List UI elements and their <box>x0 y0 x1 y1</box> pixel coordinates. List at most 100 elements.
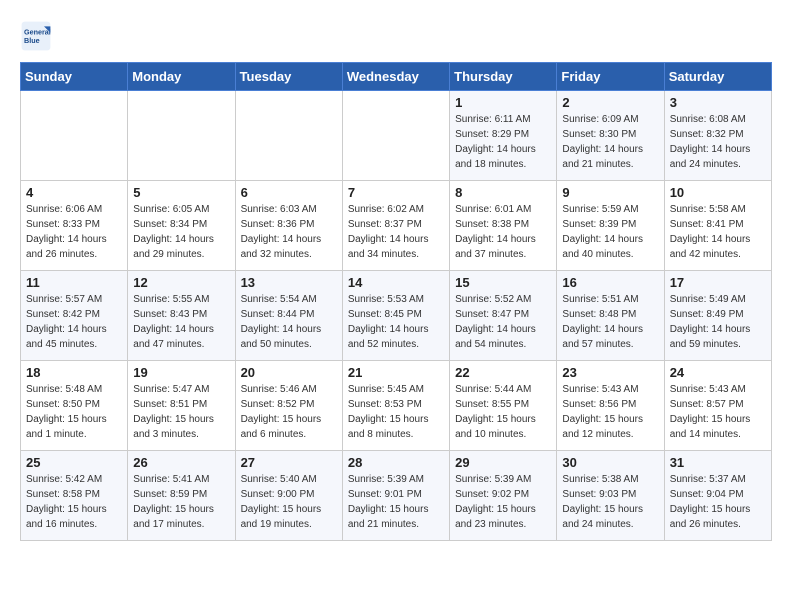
calendar-cell: 5 Sunrise: 6:05 AM Sunset: 8:34 PM Daylig… <box>128 181 235 271</box>
day-number: 25 <box>26 455 122 470</box>
day-info: Sunrise: 5:51 AM Sunset: 8:48 PM Dayligh… <box>562 292 658 352</box>
calendar-cell: 29Sunrise: 5:39 AM Sunset: 9:02 PM Dayli… <box>450 451 557 541</box>
calendar-cell: 4 Sunrise: 6:06 AM Sunset: 8:33 PM Daylig… <box>21 181 128 271</box>
day-number: 13 <box>241 275 337 290</box>
day-number: 12 <box>133 275 229 290</box>
day-number: 29 <box>455 455 551 470</box>
day-number: 20 <box>241 365 337 380</box>
day-number: 16 <box>562 275 658 290</box>
day-number: 19 <box>133 365 229 380</box>
weekday-header: Tuesday <box>235 63 342 91</box>
calendar-cell <box>235 91 342 181</box>
weekday-header: Sunday <box>21 63 128 91</box>
day-number: 23 <box>562 365 658 380</box>
calendar-week-row: 18 Sunrise: 5:48 AM Sunset: 8:50 PM Dayli… <box>21 361 772 451</box>
day-info: Sunrise: 5:54 AM Sunset: 8:44 PM Dayligh… <box>241 292 337 352</box>
weekday-header: Thursday <box>450 63 557 91</box>
weekday-header: Saturday <box>664 63 771 91</box>
day-info: Sunrise: 6:05 AM Sunset: 8:34 PM Dayligh… <box>133 202 229 262</box>
day-number: 8 <box>455 185 551 200</box>
day-number: 24 <box>670 365 766 380</box>
day-number: 10 <box>670 185 766 200</box>
day-number: 30 <box>562 455 658 470</box>
weekday-header: Wednesday <box>342 63 449 91</box>
day-info: Sunrise: 5:55 AM Sunset: 8:43 PM Dayligh… <box>133 292 229 352</box>
day-info: Sunrise: 5:44 AM Sunset: 8:55 PM Dayligh… <box>455 382 551 442</box>
day-number: 21 <box>348 365 444 380</box>
weekday-header: Friday <box>557 63 664 91</box>
calendar-cell: 1 Sunrise: 6:11 AM Sunset: 8:29 PM Daylig… <box>450 91 557 181</box>
calendar-cell: 20Sunrise: 5:46 AM Sunset: 8:52 PM Dayli… <box>235 361 342 451</box>
day-number: 11 <box>26 275 122 290</box>
day-info: Sunrise: 5:41 AM Sunset: 8:59 PM Dayligh… <box>133 472 229 532</box>
calendar-cell: 16 Sunrise: 5:51 AM Sunset: 8:48 PM Dayli… <box>557 271 664 361</box>
calendar-cell: 21Sunrise: 5:45 AM Sunset: 8:53 PM Dayli… <box>342 361 449 451</box>
day-info: Sunrise: 5:48 AM Sunset: 8:50 PM Dayligh… <box>26 382 122 442</box>
day-number: 18 <box>26 365 122 380</box>
logo: General Blue <box>20 20 52 52</box>
day-number: 7 <box>348 185 444 200</box>
calendar-week-row: 4 Sunrise: 6:06 AM Sunset: 8:33 PM Daylig… <box>21 181 772 271</box>
day-info: Sunrise: 5:53 AM Sunset: 8:45 PM Dayligh… <box>348 292 444 352</box>
calendar-cell: 12 Sunrise: 5:55 AM Sunset: 8:43 PM Dayli… <box>128 271 235 361</box>
calendar-cell: 11 Sunrise: 5:57 AM Sunset: 8:42 PM Dayli… <box>21 271 128 361</box>
day-number: 27 <box>241 455 337 470</box>
calendar-cell: 22Sunrise: 5:44 AM Sunset: 8:55 PM Dayli… <box>450 361 557 451</box>
day-info: Sunrise: 5:58 AM Sunset: 8:41 PM Dayligh… <box>670 202 766 262</box>
calendar-cell: 27 Sunrise: 5:40 AM Sunset: 9:00 PM Dayli… <box>235 451 342 541</box>
day-number: 5 <box>133 185 229 200</box>
day-info: Sunrise: 5:40 AM Sunset: 9:00 PM Dayligh… <box>241 472 337 532</box>
weekday-header-row: SundayMondayTuesdayWednesdayThursdayFrid… <box>21 63 772 91</box>
page-header: General Blue <box>20 20 772 52</box>
day-info: Sunrise: 6:09 AM Sunset: 8:30 PM Dayligh… <box>562 112 658 172</box>
day-info: Sunrise: 6:02 AM Sunset: 8:37 PM Dayligh… <box>348 202 444 262</box>
day-info: Sunrise: 5:38 AM Sunset: 9:03 PM Dayligh… <box>562 472 658 532</box>
calendar-cell: 28Sunrise: 5:39 AM Sunset: 9:01 PM Dayli… <box>342 451 449 541</box>
calendar-cell: 31 Sunrise: 5:37 AM Sunset: 9:04 PM Dayli… <box>664 451 771 541</box>
calendar-cell: 13 Sunrise: 5:54 AM Sunset: 8:44 PM Dayli… <box>235 271 342 361</box>
day-info: Sunrise: 6:06 AM Sunset: 8:33 PM Dayligh… <box>26 202 122 262</box>
day-info: Sunrise: 5:42 AM Sunset: 8:58 PM Dayligh… <box>26 472 122 532</box>
svg-text:Blue: Blue <box>24 36 40 45</box>
day-info: Sunrise: 6:03 AM Sunset: 8:36 PM Dayligh… <box>241 202 337 262</box>
calendar-cell: 18 Sunrise: 5:48 AM Sunset: 8:50 PM Dayli… <box>21 361 128 451</box>
day-info: Sunrise: 5:49 AM Sunset: 8:49 PM Dayligh… <box>670 292 766 352</box>
calendar-cell: 19Sunrise: 5:47 AM Sunset: 8:51 PM Dayli… <box>128 361 235 451</box>
day-info: Sunrise: 6:01 AM Sunset: 8:38 PM Dayligh… <box>455 202 551 262</box>
calendar-cell: 9 Sunrise: 5:59 AM Sunset: 8:39 PM Daylig… <box>557 181 664 271</box>
day-number: 9 <box>562 185 658 200</box>
day-number: 28 <box>348 455 444 470</box>
logo-icon: General Blue <box>20 20 52 52</box>
calendar-week-row: 11 Sunrise: 5:57 AM Sunset: 8:42 PM Dayli… <box>21 271 772 361</box>
day-info: Sunrise: 5:43 AM Sunset: 8:56 PM Dayligh… <box>562 382 658 442</box>
day-number: 4 <box>26 185 122 200</box>
day-info: Sunrise: 5:57 AM Sunset: 8:42 PM Dayligh… <box>26 292 122 352</box>
calendar-cell: 30 Sunrise: 5:38 AM Sunset: 9:03 PM Dayli… <box>557 451 664 541</box>
calendar-cell: 7 Sunrise: 6:02 AM Sunset: 8:37 PM Daylig… <box>342 181 449 271</box>
calendar-cell <box>21 91 128 181</box>
day-number: 3 <box>670 95 766 110</box>
day-number: 17 <box>670 275 766 290</box>
day-info: Sunrise: 6:11 AM Sunset: 8:29 PM Dayligh… <box>455 112 551 172</box>
calendar-cell: 17 Sunrise: 5:49 AM Sunset: 8:49 PM Dayli… <box>664 271 771 361</box>
day-number: 31 <box>670 455 766 470</box>
calendar-cell <box>128 91 235 181</box>
day-info: Sunrise: 5:37 AM Sunset: 9:04 PM Dayligh… <box>670 472 766 532</box>
calendar-cell: 3 Sunrise: 6:08 AM Sunset: 8:32 PM Daylig… <box>664 91 771 181</box>
calendar-cell: 14Sunrise: 5:53 AM Sunset: 8:45 PM Dayli… <box>342 271 449 361</box>
calendar-cell: 10 Sunrise: 5:58 AM Sunset: 8:41 PM Dayli… <box>664 181 771 271</box>
day-info: Sunrise: 5:52 AM Sunset: 8:47 PM Dayligh… <box>455 292 551 352</box>
calendar-cell <box>342 91 449 181</box>
day-number: 15 <box>455 275 551 290</box>
calendar-cell: 15 Sunrise: 5:52 AM Sunset: 8:47 PM Dayli… <box>450 271 557 361</box>
day-info: Sunrise: 5:43 AM Sunset: 8:57 PM Dayligh… <box>670 382 766 442</box>
calendar-cell: 2 Sunrise: 6:09 AM Sunset: 8:30 PM Daylig… <box>557 91 664 181</box>
weekday-header: Monday <box>128 63 235 91</box>
calendar-cell: 26 Sunrise: 5:41 AM Sunset: 8:59 PM Dayli… <box>128 451 235 541</box>
day-number: 26 <box>133 455 229 470</box>
day-info: Sunrise: 5:59 AM Sunset: 8:39 PM Dayligh… <box>562 202 658 262</box>
day-number: 2 <box>562 95 658 110</box>
day-number: 1 <box>455 95 551 110</box>
calendar-week-row: 25 Sunrise: 5:42 AM Sunset: 8:58 PM Dayli… <box>21 451 772 541</box>
day-info: Sunrise: 6:08 AM Sunset: 8:32 PM Dayligh… <box>670 112 766 172</box>
